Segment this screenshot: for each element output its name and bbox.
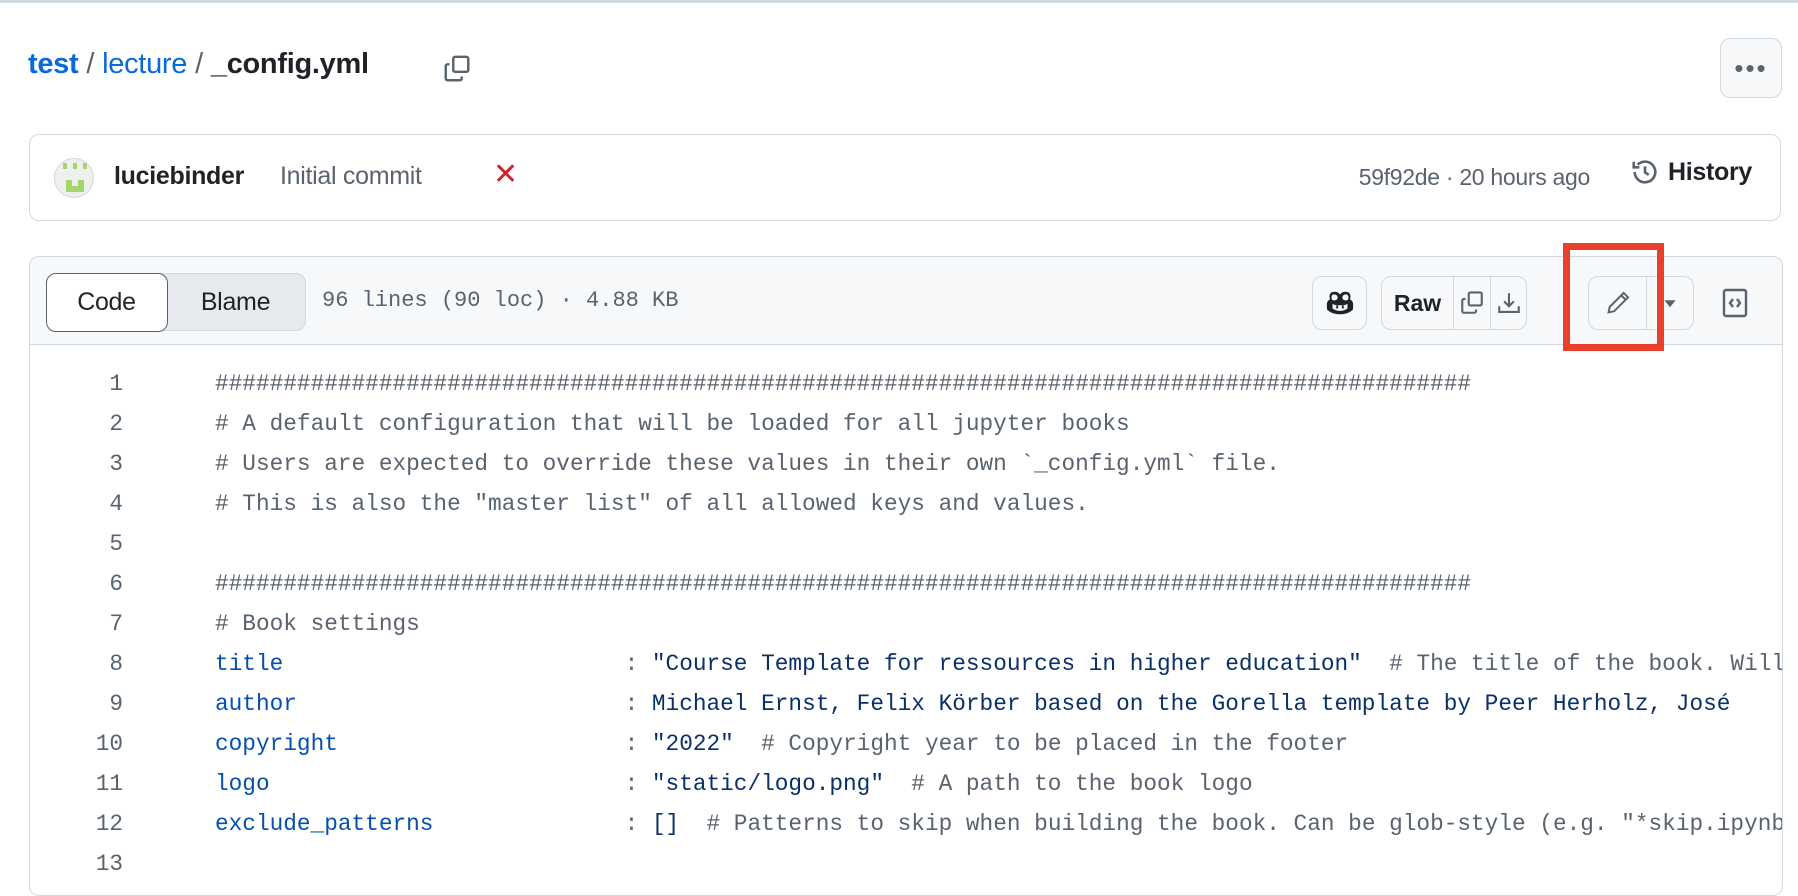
yaml-comment: # A path to the book logo xyxy=(883,771,1253,797)
yaml-key: logo xyxy=(215,771,625,797)
commit-hash-time[interactable]: 59f92de · 20 hours ago xyxy=(1359,164,1591,191)
check-failed-icon[interactable]: ✕ xyxy=(493,157,518,192)
line-number[interactable]: 4 xyxy=(30,491,123,517)
yaml-comment: ########################################… xyxy=(215,571,1472,597)
copy-icon xyxy=(444,55,470,82)
yaml-comment: # The title of the book. Will be placed … xyxy=(1389,651,1783,677)
yaml-key: copyright xyxy=(215,731,625,757)
yaml-value: "2022" xyxy=(651,731,734,757)
history-icon xyxy=(1632,160,1657,184)
line-content: # Users are expected to override these v… xyxy=(215,451,1280,477)
tab-code[interactable]: Code xyxy=(45,272,168,332)
page-title: _config.yml xyxy=(210,48,369,80)
line-content: logo : "static/logo.png" # A path to the… xyxy=(215,771,1253,797)
breadcrumb-folder-link[interactable]: lecture xyxy=(102,48,187,81)
view-toggle: Code Blame xyxy=(45,272,306,332)
yaml-comment: : xyxy=(624,691,652,717)
symbols-panel-button[interactable] xyxy=(1713,281,1757,325)
yaml-comment: : xyxy=(624,811,652,837)
line-content: ########################################… xyxy=(215,371,1471,397)
yaml-comment: : xyxy=(624,771,652,797)
yaml-key: exclude_patterns xyxy=(215,811,625,837)
yaml-comment: # Copyright year to be placed in the foo… xyxy=(733,731,1349,757)
file-info: 96 lines (90 loc) · 4.88 KB xyxy=(322,288,679,313)
line-number[interactable]: 2 xyxy=(30,411,123,437)
commit-author-link[interactable]: luciebinder xyxy=(114,162,244,191)
line-content: author : Michael Ernst, Felix Körber bas… xyxy=(215,691,1730,717)
yaml-value: "static/logo.png" xyxy=(651,771,884,797)
download-button[interactable] xyxy=(1491,277,1526,329)
top-divider xyxy=(0,0,1798,3)
line-number[interactable]: 10 xyxy=(30,731,123,757)
yaml-value: [] xyxy=(651,811,680,837)
commit-message-link[interactable]: Initial commit xyxy=(280,162,422,191)
yaml-comment: # Book settings xyxy=(215,611,420,637)
line-number[interactable]: 6 xyxy=(30,571,123,597)
latest-commit-bar: luciebinder Initial commit ✕ 59f92de · 2… xyxy=(29,134,1781,221)
line-content: # Book settings xyxy=(215,611,420,637)
history-label: History xyxy=(1667,157,1752,186)
yaml-key: title xyxy=(215,651,625,677)
file-actions-group: Raw xyxy=(1381,276,1527,330)
yaml-comment: # Users are expected to override these v… xyxy=(215,451,1280,477)
yaml-comment: : xyxy=(624,731,652,757)
line-number[interactable]: 8 xyxy=(30,651,123,677)
copilot-button[interactable] xyxy=(1312,276,1367,330)
line-number[interactable]: 9 xyxy=(30,691,123,717)
line-content: # A default configuration that will be l… xyxy=(215,411,1130,437)
line-content: # This is also the "master list" of all … xyxy=(215,491,1089,517)
line-content: exclude_patterns : [] # Patterns to skip… xyxy=(215,811,1783,837)
copy-icon xyxy=(1461,291,1483,314)
line-content: ########################################… xyxy=(215,571,1471,597)
history-button[interactable]: History xyxy=(1630,157,1752,187)
breadcrumb: test / lecture / _config.yml xyxy=(28,48,369,81)
avatar[interactable] xyxy=(54,158,94,198)
line-number[interactable]: 5 xyxy=(30,531,123,557)
file-viewer: Code Blame 96 lines (90 loc) · 4.88 KB R… xyxy=(29,256,1783,896)
yaml-key: author xyxy=(215,691,625,717)
breadcrumb-separator: / xyxy=(86,48,95,80)
copy-path-button[interactable] xyxy=(440,52,474,86)
line-content: title : "Course Template for ressources … xyxy=(215,651,1783,677)
breadcrumb-separator: / xyxy=(195,48,203,80)
breadcrumb-repo-link[interactable]: test xyxy=(28,48,79,81)
yaml-comment: # This is also the "master list" of all … xyxy=(215,491,1089,517)
copy-raw-button[interactable] xyxy=(1454,277,1491,329)
yaml-value: Michael Ernst, Felix Körber based on the… xyxy=(651,691,1731,717)
yaml-comment: # A default configuration that will be l… xyxy=(215,411,1130,437)
highlight-annotation xyxy=(1563,243,1664,351)
more-options-button[interactable]: ••• xyxy=(1720,38,1782,98)
line-content: copyright : "2022" # Copyright year to b… xyxy=(215,731,1348,757)
raw-button[interactable]: Raw xyxy=(1382,277,1454,329)
line-number[interactable]: 13 xyxy=(30,851,123,877)
line-number[interactable]: 11 xyxy=(30,771,123,797)
yaml-comment: # Patterns to skip when building the boo… xyxy=(679,811,1783,837)
tab-blame[interactable]: Blame xyxy=(166,274,305,330)
yaml-value: "Course Template for ressources in highe… xyxy=(651,651,1362,677)
caret-down-icon xyxy=(1664,300,1676,308)
identicon-icon xyxy=(63,163,87,192)
line-number[interactable]: 12 xyxy=(30,811,123,837)
yaml-comment: ########################################… xyxy=(215,371,1472,397)
line-number[interactable]: 1 xyxy=(30,371,123,397)
download-icon xyxy=(1497,293,1520,313)
copilot-icon xyxy=(1326,291,1353,315)
code-square-icon xyxy=(1722,288,1748,318)
file-header: Code Blame 96 lines (90 loc) · 4.88 KB R… xyxy=(30,257,1782,345)
yaml-comment: : xyxy=(624,651,652,677)
line-number[interactable]: 7 xyxy=(30,611,123,637)
line-number[interactable]: 3 xyxy=(30,451,123,477)
